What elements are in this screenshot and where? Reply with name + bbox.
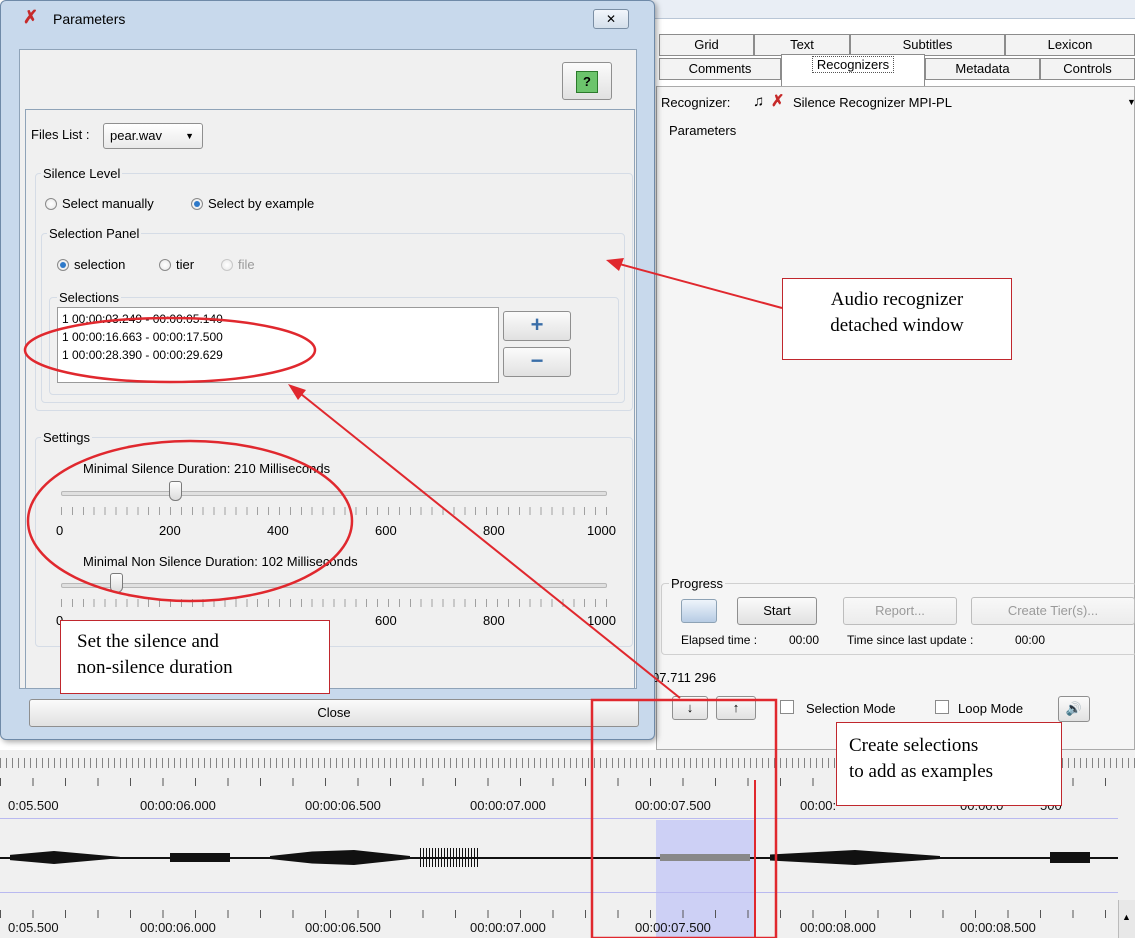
- selections-highlight-ellipse: [23, 316, 317, 384]
- settings-highlight-ellipse: [26, 439, 354, 603]
- callout-line: detached window: [830, 315, 964, 336]
- callout-line: Create selections: [849, 735, 979, 756]
- selection-region-box: [590, 698, 778, 938]
- callout-line: Audio recognizer: [830, 289, 964, 310]
- arrow-to-window-line: [611, 261, 783, 309]
- callout-selections: Create selections to add as examples: [836, 722, 1062, 806]
- callout-settings: Set the silence and non-silence duration: [60, 620, 330, 694]
- callout-audio-recognizer: Audio recognizer detached window: [782, 278, 1012, 360]
- arrow-to-window-head: [606, 258, 624, 271]
- callout-line: non-silence duration: [77, 657, 233, 678]
- callout-line: Set the silence and: [77, 631, 219, 652]
- arrow-to-selections-line: [295, 389, 681, 699]
- callout-line: to add as examples: [849, 761, 994, 782]
- arrow-to-selections-head: [288, 384, 306, 400]
